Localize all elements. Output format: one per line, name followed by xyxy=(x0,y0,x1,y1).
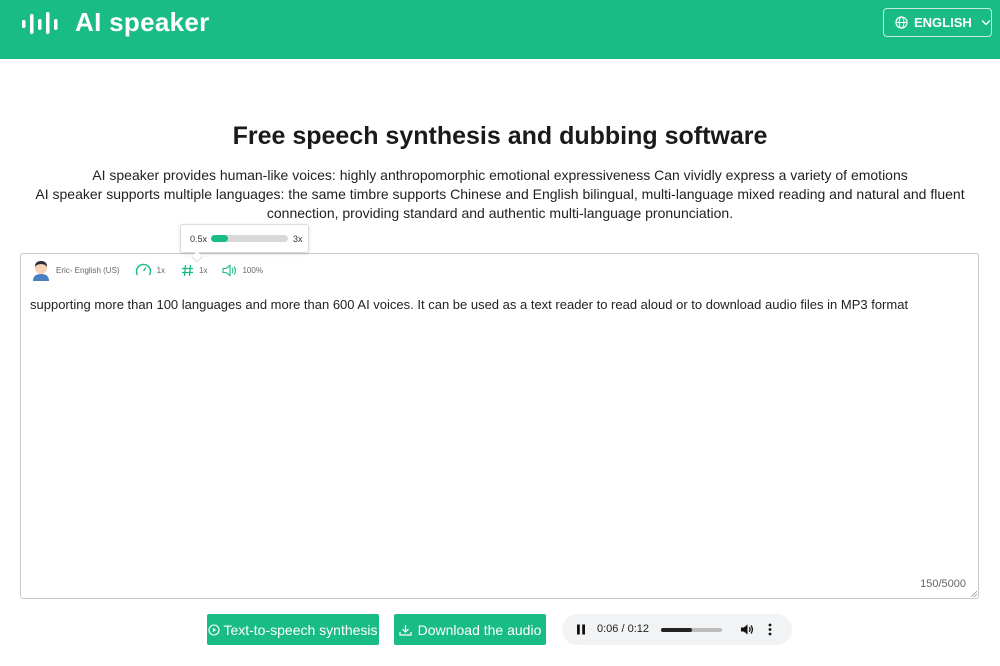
language-selector[interactable]: ENGLISH xyxy=(883,8,992,37)
download-label: Download the audio xyxy=(417,621,542,638)
speed-popup: 0.5x 3x xyxy=(180,224,309,263)
speed-value: 1x xyxy=(156,265,166,275)
speed-control[interactable]: 1x xyxy=(135,263,165,278)
globe-icon xyxy=(895,16,908,29)
playback-progress-fill xyxy=(661,628,692,632)
brand-name: AI speaker xyxy=(75,7,210,37)
editor-toolbar: Eric- English (US) 1x 1x 100% xyxy=(31,259,263,281)
playback-progress[interactable] xyxy=(661,628,722,632)
synthesize-label: Text-to-speech synthesis xyxy=(223,621,378,638)
more-vertical-icon[interactable] xyxy=(768,623,772,636)
voice-label: Eric- English (US) xyxy=(56,265,120,275)
character-counter: 150/5000 xyxy=(920,578,966,590)
speed-slider-fill xyxy=(211,235,228,242)
pitch-control[interactable]: 1x xyxy=(181,264,207,277)
play-circle-icon xyxy=(208,623,221,636)
speed-max-label: 3x xyxy=(293,234,303,244)
volume-icon[interactable] xyxy=(740,623,754,636)
editor-text[interactable]: supporting more than 100 languages and m… xyxy=(30,297,908,312)
speed-slider[interactable] xyxy=(211,235,288,242)
volume-value: 100% xyxy=(242,265,263,275)
description-line: AI speaker provides human-like voices: h… xyxy=(92,167,908,183)
hash-icon xyxy=(182,264,194,276)
voice-selector[interactable]: Eric- English (US) xyxy=(31,259,120,281)
time-display: 0:06 / 0:12 xyxy=(597,623,649,635)
text-editor[interactable]: Eric- English (US) 1x 1x 100% supporting… xyxy=(20,253,979,599)
pitch-value: 1x xyxy=(199,265,208,275)
download-icon xyxy=(399,624,412,636)
synthesize-button[interactable]: Text-to-speech synthesis xyxy=(207,614,379,645)
volume-control[interactable]: 100% xyxy=(222,263,263,277)
resize-handle[interactable] xyxy=(970,590,977,597)
download-button[interactable]: Download the audio xyxy=(394,614,546,645)
description-line: AI speaker supports multiple languages: … xyxy=(35,186,965,221)
page-description: AI speaker provides human-like voices: h… xyxy=(30,166,970,223)
pause-icon[interactable] xyxy=(575,623,587,636)
language-label: ENGLISH xyxy=(914,15,972,30)
header-bar: AI speaker ENGLISH xyxy=(0,0,1000,59)
speed-min-label: 0.5x xyxy=(190,234,208,244)
page-title: Free speech synthesis and dubbing softwa… xyxy=(232,122,768,150)
speedometer-icon xyxy=(135,263,151,275)
speaker-icon xyxy=(222,263,237,277)
audio-player: 0:06 / 0:12 xyxy=(562,614,792,645)
sound-bars-icon xyxy=(22,12,58,34)
avatar-icon xyxy=(33,261,49,281)
chevron-down-icon xyxy=(981,20,991,26)
